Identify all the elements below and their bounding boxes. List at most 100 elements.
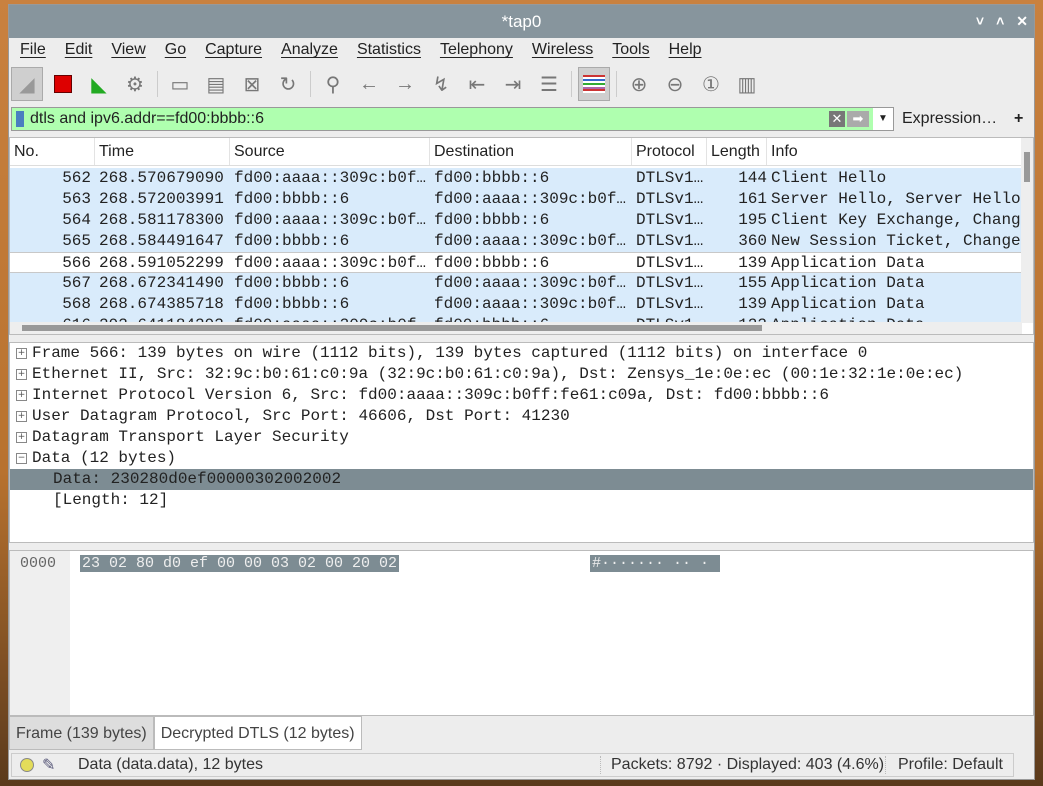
cell-i: Client Hello — [771, 169, 887, 187]
forward-button[interactable]: → — [389, 67, 421, 101]
back-button[interactable]: ← — [353, 67, 385, 101]
bookmark-icon[interactable] — [16, 111, 24, 127]
scrollbar-thumb[interactable] — [22, 325, 762, 331]
maximize-button[interactable]: ˄ — [996, 5, 1004, 38]
back-icon: ← — [359, 72, 379, 95]
detail-line[interactable]: + Datagram Transport Layer Security — [10, 427, 1033, 448]
detail-line[interactable]: Data: 230280d0ef00000302002002 — [10, 469, 1033, 490]
detail-line[interactable]: + Frame 566: 139 bytes on wire (1112 bits… — [10, 343, 1033, 364]
colorize-button[interactable] — [578, 67, 610, 101]
cell-t: 268.584491647 — [99, 232, 224, 250]
menu-statistics[interactable]: Statistics — [346, 38, 429, 62]
detail-text: User Datagram Protocol, Src Port: 46606,… — [32, 407, 570, 425]
find-button[interactable]: ⚲ — [317, 67, 349, 101]
packet-row[interactable]: 562 268.570679090 fd00:aaaa::309c:b0f… fd00… — [10, 168, 1022, 189]
detail-line[interactable]: + Ethernet II, Src: 32:9c:b0:61:c0:9a (32… — [10, 364, 1033, 385]
comment-icon[interactable]: ✎ — [42, 755, 56, 775]
vertical-scrollbar[interactable] — [1021, 138, 1033, 323]
detail-text: [Length: 12] — [53, 491, 169, 509]
detail-line[interactable]: − Data (12 bytes) — [10, 448, 1033, 469]
close-button[interactable]: ✕ — [1016, 5, 1028, 38]
expand-icon[interactable]: + — [16, 390, 27, 401]
menu-telephony[interactable]: Telephony — [429, 38, 521, 62]
expert-info-icon[interactable] — [20, 758, 34, 772]
last-packet-button[interactable]: ⇥ — [497, 67, 529, 101]
packet-row[interactable]: 567 268.672341490 fd00:bbbb::6 fd00:aaaa::3… — [10, 273, 1022, 294]
filter-history-dropdown[interactable]: ▼ — [873, 108, 893, 130]
expand-icon[interactable]: + — [16, 432, 27, 443]
cell-l: 195 — [738, 211, 767, 229]
cell-i: Application Data — [771, 274, 925, 292]
detail-line[interactable]: + Internet Protocol Version 6, Src: fd00:… — [10, 385, 1033, 406]
save-button[interactable]: ▤ — [200, 67, 232, 101]
packet-row[interactable]: 564 268.581178300 fd00:aaaa::309c:b0f… fd00… — [10, 210, 1022, 231]
detail-text: Datagram Transport Layer Security — [32, 428, 349, 446]
goto-button[interactable]: ↯ — [425, 67, 457, 101]
minimize-button[interactable]: ˅ — [976, 5, 984, 38]
column-header-length[interactable]: Length — [707, 138, 767, 165]
start-capture-button[interactable]: ◢ — [11, 67, 43, 101]
detail-line[interactable]: + User Datagram Protocol, Src Port: 46606… — [10, 406, 1033, 427]
separator — [616, 71, 617, 97]
capture-options-button[interactable]: ⚙ — [119, 67, 151, 101]
autoscroll-button[interactable]: ☰ — [533, 67, 565, 101]
zoom-in-button[interactable]: ⊕ — [623, 67, 655, 101]
expression-button[interactable]: Expression… — [902, 109, 997, 129]
packet-row[interactable]: 568 268.674385718 fd00:bbbb::6 fd00:aaaa::3… — [10, 294, 1022, 315]
packet-bytes: 0000 23 02 80 d0 ef 00 00 03 02 00 20 02… — [9, 550, 1034, 716]
menu-edit[interactable]: Edit — [54, 38, 101, 62]
close-file-button[interactable]: ⊠ — [236, 67, 268, 101]
horizontal-scrollbar[interactable] — [10, 322, 1022, 334]
expand-icon[interactable]: + — [16, 411, 27, 422]
status-profile[interactable]: Profile: Default — [885, 756, 1003, 774]
hex-ascii[interactable]: #······· ·· · — [590, 555, 720, 572]
stop-capture-button[interactable] — [47, 67, 79, 101]
cell-no: 565 — [62, 232, 91, 250]
menu-tools[interactable]: Tools — [601, 38, 657, 62]
tab-frame[interactable]: Frame (139 bytes) — [9, 716, 154, 750]
zoom-out-button[interactable]: ⊖ — [659, 67, 691, 101]
menu-help[interactable]: Help — [658, 38, 710, 62]
scrollbar-thumb[interactable] — [1024, 152, 1030, 182]
cell-t: 268.672341490 — [99, 274, 224, 292]
open-button[interactable]: ▭ — [164, 67, 196, 101]
clear-filter-icon[interactable]: ✕ — [829, 111, 845, 127]
resize-columns-button[interactable]: ▥ — [731, 67, 763, 101]
first-packet-button[interactable]: ⇤ — [461, 67, 493, 101]
status-field-info: Data (data.data), 12 bytes — [78, 756, 263, 773]
tab-decrypted-dtls[interactable]: Decrypted DTLS (12 bytes) — [153, 716, 362, 750]
menu-view[interactable]: View — [100, 38, 153, 62]
column-header-no[interactable]: No. — [10, 138, 95, 165]
cell-p: DTLSv1… — [636, 254, 704, 272]
column-header-info[interactable]: Info — [767, 138, 1022, 165]
column-header-protocol[interactable]: Protocol — [632, 138, 707, 165]
apply-filter-icon[interactable]: ➡ — [847, 111, 869, 127]
detail-line[interactable]: [Length: 12] — [10, 490, 1033, 511]
add-filter-button[interactable]: + — [1014, 109, 1023, 129]
column-header-time[interactable]: Time — [95, 138, 230, 165]
restart-capture-button[interactable]: ◣ — [83, 67, 115, 101]
zoom-out-icon: ⊖ — [666, 73, 684, 96]
expand-icon[interactable]: + — [16, 369, 27, 380]
column-header-destination[interactable]: Destination — [430, 138, 632, 165]
cell-d: fd00:bbbb::6 — [434, 254, 550, 272]
collapse-icon[interactable]: − — [16, 453, 27, 464]
packet-row[interactable]: 565 268.584491647 fd00:bbbb::6 fd00:aaaa::3… — [10, 231, 1022, 252]
detail-text: Internet Protocol Version 6, Src: fd00:a… — [32, 386, 829, 404]
column-header-source[interactable]: Source — [230, 138, 430, 165]
display-filter-input[interactable] — [24, 110, 829, 128]
expand-icon[interactable]: + — [16, 348, 27, 359]
menu-capture[interactable]: Capture — [194, 38, 270, 62]
cell-i: Application Data — [771, 295, 925, 313]
menu-wireless[interactable]: Wireless — [521, 38, 601, 62]
packet-row[interactable]: 563 268.572003991 fd00:bbbb::6 fd00:aaaa::3… — [10, 189, 1022, 210]
hex-bytes[interactable]: 23 02 80 d0 ef 00 00 03 02 00 20 02 — [80, 555, 400, 572]
reload-button[interactable]: ↻ — [272, 67, 304, 101]
menu-file[interactable]: File — [9, 38, 54, 62]
menu-go[interactable]: Go — [154, 38, 194, 62]
goto-icon: ↯ — [432, 73, 450, 96]
menu-analyze[interactable]: Analyze — [270, 38, 346, 62]
zoom-reset-button[interactable]: ① — [695, 67, 727, 101]
packet-row[interactable]: 566 268.591052299 fd00:aaaa::309c:b0f… fd00… — [10, 252, 1022, 273]
cell-s: fd00:bbbb::6 — [234, 295, 350, 313]
